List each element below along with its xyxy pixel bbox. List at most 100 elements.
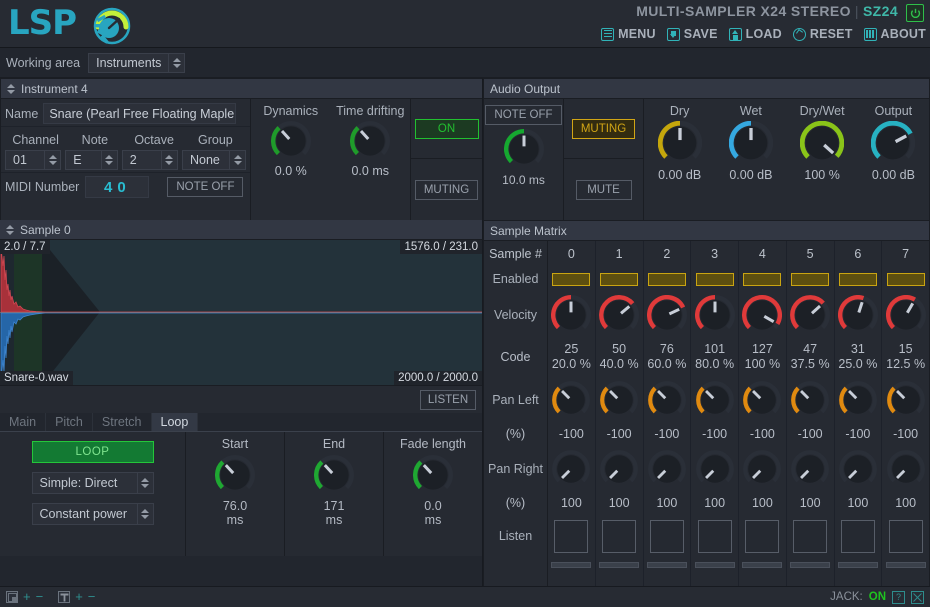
velocity-knob-5[interactable] bbox=[787, 291, 834, 338]
instrument-note-off-button[interactable]: NOTE OFF bbox=[167, 177, 244, 197]
dynamics-knob[interactable] bbox=[270, 121, 311, 161]
instrument-muting-button[interactable]: MUTING bbox=[414, 179, 479, 200]
pan-left-knob-7[interactable] bbox=[882, 376, 929, 423]
pan-right-knob-2[interactable] bbox=[644, 445, 691, 492]
audio-note-off-button[interactable]: NOTE OFF bbox=[485, 105, 562, 125]
velocity-knob-6[interactable] bbox=[835, 291, 882, 338]
group-select[interactable]: None bbox=[181, 149, 246, 170]
group-arrows[interactable] bbox=[229, 150, 245, 169]
waveform-display[interactable]: 2.0 / 7.7 1576.0 / 231.0 Snare-0.wav 200… bbox=[0, 240, 482, 385]
text-remove-button[interactable]: − bbox=[88, 590, 96, 603]
note-select[interactable]: E bbox=[65, 149, 118, 170]
listen-checkbox-4[interactable] bbox=[739, 514, 786, 558]
output-knob[interactable] bbox=[871, 121, 916, 165]
pan-left-knob-6[interactable] bbox=[835, 376, 882, 423]
velocity-knob-3[interactable] bbox=[691, 291, 738, 338]
pan-left-knob-1[interactable] bbox=[596, 376, 643, 423]
instrument-spinner[interactable] bbox=[7, 83, 15, 94]
pan-right-knob-1[interactable] bbox=[596, 445, 643, 492]
working-area-select[interactable]: Instruments bbox=[88, 52, 186, 73]
level-slider-4[interactable] bbox=[739, 558, 786, 572]
level-slider-7[interactable] bbox=[882, 558, 929, 572]
level-slider-6[interactable] bbox=[835, 558, 882, 572]
loop-start-knob[interactable] bbox=[215, 455, 255, 495]
pan-left-knob-0[interactable] bbox=[548, 376, 595, 423]
tab-main[interactable]: Main bbox=[0, 413, 47, 431]
channel-arrows[interactable] bbox=[44, 150, 61, 169]
instrument-remove-button[interactable]: − bbox=[36, 590, 44, 603]
level-slider-0[interactable] bbox=[548, 558, 595, 572]
listen-checkbox-3[interactable] bbox=[691, 514, 738, 558]
pan-left-knob-4[interactable] bbox=[739, 376, 786, 423]
listen-checkbox-7[interactable] bbox=[882, 514, 929, 558]
resize-button[interactable] bbox=[911, 590, 924, 604]
instrument-on-button[interactable]: ON bbox=[414, 118, 479, 139]
sample-spinner[interactable] bbox=[6, 224, 14, 235]
enabled-toggle-3[interactable] bbox=[691, 267, 738, 291]
pan-right-knob-5[interactable] bbox=[787, 445, 834, 492]
dry-knob[interactable] bbox=[657, 121, 702, 165]
help-button[interactable]: ? bbox=[892, 590, 905, 604]
reset-button[interactable]: RESET bbox=[792, 27, 853, 41]
level-slider-2[interactable] bbox=[644, 558, 691, 572]
velocity-knob-7[interactable] bbox=[882, 291, 929, 338]
enabled-toggle-7[interactable] bbox=[882, 267, 929, 291]
pan-left-knob-3[interactable] bbox=[691, 376, 738, 423]
enabled-toggle-2[interactable] bbox=[644, 267, 691, 291]
instrument-name-input[interactable]: Snare (Pearl Free Floating Maple 1 bbox=[43, 103, 237, 124]
tab-loop[interactable]: Loop bbox=[151, 413, 199, 431]
about-button[interactable]: ABOUT bbox=[863, 27, 926, 41]
pan-right-knob-7[interactable] bbox=[882, 445, 929, 492]
listen-checkbox-0[interactable] bbox=[548, 514, 595, 558]
text-add-button[interactable]: + bbox=[75, 590, 83, 603]
listen-checkbox-6[interactable] bbox=[835, 514, 882, 558]
velocity-knob-4[interactable] bbox=[739, 291, 786, 338]
loop-fade-select[interactable]: Constant power bbox=[31, 503, 154, 525]
velocity-knob-0[interactable] bbox=[548, 291, 595, 338]
instrument-add-button[interactable]: + bbox=[23, 590, 31, 603]
pan-left-knob-5[interactable] bbox=[787, 376, 834, 423]
listen-checkbox-5[interactable] bbox=[787, 514, 834, 558]
octave-select[interactable]: 2 bbox=[121, 149, 178, 170]
pan-left-knob-2[interactable] bbox=[644, 376, 691, 423]
loop-fade-arrows[interactable] bbox=[136, 504, 153, 524]
enabled-toggle-0[interactable] bbox=[548, 267, 595, 291]
note-off-knob[interactable] bbox=[503, 129, 544, 169]
power-button[interactable] bbox=[906, 4, 924, 22]
velocity-knob-1[interactable] bbox=[596, 291, 643, 338]
audio-mute-button[interactable]: MUTE bbox=[575, 179, 632, 200]
pan-right-knob-4[interactable] bbox=[739, 445, 786, 492]
loop-mode-arrows[interactable] bbox=[136, 473, 153, 493]
loop-toggle-button[interactable]: LOOP bbox=[31, 441, 154, 463]
listen-checkbox-2[interactable] bbox=[644, 514, 691, 558]
enabled-toggle-1[interactable] bbox=[596, 267, 643, 291]
audio-muting-button[interactable]: MUTING bbox=[571, 118, 636, 139]
loop-fade-length-knob[interactable] bbox=[413, 455, 453, 495]
load-button[interactable]: LOAD bbox=[728, 27, 782, 41]
sample-listen-button[interactable]: LISTEN bbox=[420, 389, 476, 410]
level-slider-3[interactable] bbox=[691, 558, 738, 572]
enabled-toggle-5[interactable] bbox=[787, 267, 834, 291]
time-drifting-knob[interactable] bbox=[350, 121, 391, 161]
listen-checkbox-1[interactable] bbox=[596, 514, 643, 558]
loop-mode-select[interactable]: Simple: Direct bbox=[31, 472, 154, 494]
tab-stretch[interactable]: Stretch bbox=[93, 413, 152, 431]
pan-right-knob-6[interactable] bbox=[835, 445, 882, 492]
save-button[interactable]: SAVE bbox=[666, 27, 718, 41]
drywet-knob[interactable] bbox=[800, 121, 845, 165]
working-area-arrows[interactable] bbox=[168, 53, 185, 72]
channel-select[interactable]: 01 bbox=[5, 149, 62, 170]
velocity-knob-2[interactable] bbox=[644, 291, 691, 338]
octave-arrows[interactable] bbox=[160, 150, 177, 169]
loop-end-knob[interactable] bbox=[314, 455, 354, 495]
level-slider-1[interactable] bbox=[596, 558, 643, 572]
note-arrows[interactable] bbox=[100, 150, 117, 169]
menu-button[interactable]: MENU bbox=[601, 27, 656, 41]
pan-right-knob-3[interactable] bbox=[691, 445, 738, 492]
level-slider-5[interactable] bbox=[787, 558, 834, 572]
wet-knob[interactable] bbox=[728, 121, 773, 165]
enabled-toggle-6[interactable] bbox=[835, 267, 882, 291]
tab-pitch[interactable]: Pitch bbox=[46, 413, 93, 431]
enabled-toggle-4[interactable] bbox=[739, 267, 786, 291]
pan-right-knob-0[interactable] bbox=[548, 445, 595, 492]
